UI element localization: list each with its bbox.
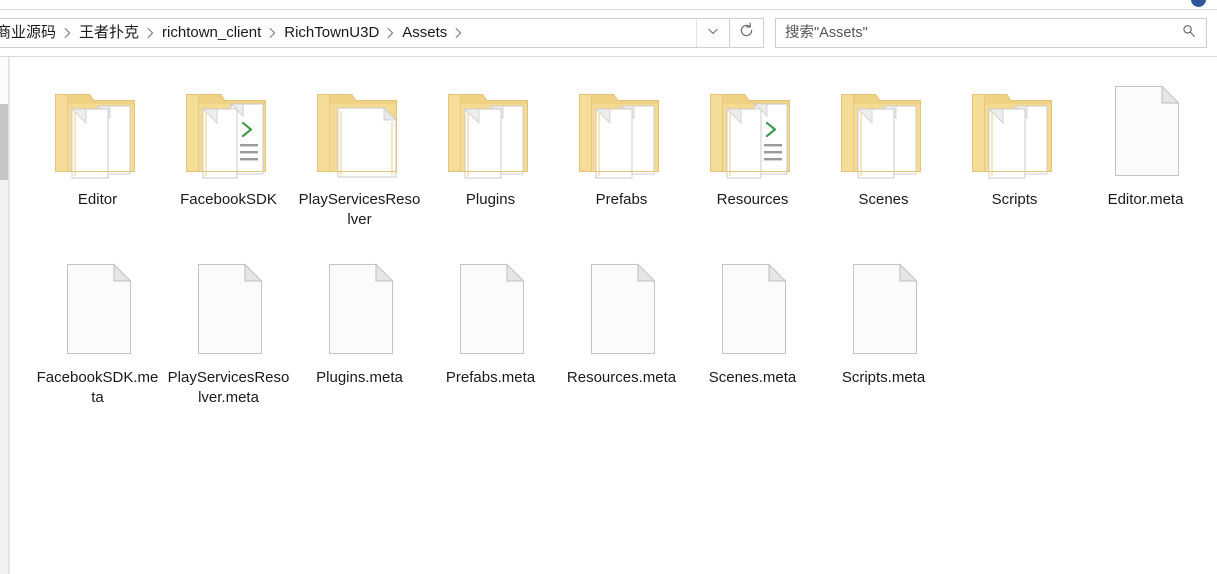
item-label: Resources xyxy=(716,191,789,208)
folder-glyph xyxy=(54,94,135,179)
item-label: FacebookSDK xyxy=(180,191,277,208)
search-button[interactable] xyxy=(1172,19,1206,47)
breadcrumb-item[interactable]: RichTownU3D xyxy=(282,19,381,47)
item-label: Resources.meta xyxy=(566,369,677,386)
file-glyph xyxy=(197,263,263,354)
search-box[interactable] xyxy=(775,18,1207,48)
folder-item[interactable]: Scripts xyxy=(949,70,1080,230)
item-label: Scenes.meta xyxy=(708,369,797,386)
file-glyph xyxy=(66,263,132,354)
item-label: Scripts.meta xyxy=(841,369,926,386)
folder-icon xyxy=(42,74,154,186)
file-item[interactable]: Scenes.meta xyxy=(687,248,818,408)
folder-code-icon xyxy=(697,74,809,186)
file-blank-icon xyxy=(42,252,154,364)
folder-code-icon xyxy=(173,74,285,186)
folder-icon xyxy=(828,74,940,186)
folder-glyph xyxy=(971,94,1052,179)
address-history-dropdown-button[interactable] xyxy=(696,19,729,47)
chevron-down-icon xyxy=(706,24,720,43)
file-item[interactable]: PlayServicesResolver.meta xyxy=(163,248,294,408)
file-glyph xyxy=(852,263,918,354)
file-blank-icon xyxy=(304,252,416,364)
folder-glyph xyxy=(447,94,528,179)
breadcrumb: 商业源码 王者扑克 richtown_client RichTownU3D Assets xyxy=(0,19,696,47)
file-explorer-window: 商业源码 王者扑克 richtown_client RichTownU3D Assets xyxy=(0,0,1217,574)
item-label: Scenes xyxy=(858,191,909,208)
refresh-button[interactable] xyxy=(730,18,764,48)
address-bar[interactable]: 商业源码 王者扑克 richtown_client RichTownU3D Assets xyxy=(0,18,730,48)
folder-glyph xyxy=(709,94,790,179)
file-item[interactable]: Plugins.meta xyxy=(294,248,425,408)
file-glyph xyxy=(459,263,525,354)
file-item[interactable]: Resources.meta xyxy=(556,248,687,408)
folder-glyph xyxy=(840,94,921,179)
item-label: FacebookSDK.meta xyxy=(36,369,159,406)
search-icon xyxy=(1181,23,1197,44)
folder-item[interactable]: FacebookSDK xyxy=(163,70,294,230)
folder-document-icon xyxy=(304,74,416,186)
breadcrumb-item[interactable]: richtown_client xyxy=(160,19,263,47)
navigation-pane-scrollbar[interactable] xyxy=(0,57,9,574)
file-blank-icon xyxy=(1090,74,1202,186)
breadcrumb-item[interactable]: 王者扑克 xyxy=(77,19,141,47)
account-badge-icon xyxy=(1191,0,1206,7)
chevron-right-icon[interactable] xyxy=(263,26,282,40)
scrollbar-track-top xyxy=(0,57,8,104)
folder-icon xyxy=(566,74,678,186)
file-glyph xyxy=(1114,85,1180,176)
folder-item[interactable]: Plugins xyxy=(425,70,556,230)
folder-item[interactable]: Prefabs xyxy=(556,70,687,230)
folder-item[interactable]: Editor xyxy=(32,70,163,230)
item-label: Plugins.meta xyxy=(316,369,403,386)
chevron-right-icon[interactable] xyxy=(141,26,160,40)
item-label: PlayServicesResolver xyxy=(298,191,421,228)
file-blank-icon xyxy=(435,252,547,364)
item-label: Scripts xyxy=(991,191,1038,208)
folder-glyph xyxy=(578,94,659,179)
file-item[interactable]: FacebookSDK.meta xyxy=(32,248,163,408)
file-item[interactable]: Scripts.meta xyxy=(818,248,949,408)
file-item[interactable]: Prefabs.meta xyxy=(425,248,556,408)
scrollbar-thumb[interactable] xyxy=(0,104,8,180)
file-list-view: Editor FacebookSDK PlayServicesResolver … xyxy=(10,57,1217,574)
toolbar-top-divider xyxy=(0,9,1217,10)
icon-grid: Editor FacebookSDK PlayServicesResolver … xyxy=(32,70,1212,426)
file-blank-icon xyxy=(566,252,678,364)
address-toolbar: 商业源码 王者扑克 richtown_client RichTownU3D Assets xyxy=(0,9,1217,57)
folder-icon xyxy=(959,74,1071,186)
file-glyph xyxy=(721,263,787,354)
refresh-icon xyxy=(738,22,755,44)
file-blank-icon xyxy=(173,252,285,364)
item-label: Editor xyxy=(77,191,118,208)
item-label: Plugins xyxy=(465,191,516,208)
file-blank-icon xyxy=(697,252,809,364)
file-item[interactable]: Editor.meta xyxy=(1080,70,1211,230)
folder-item[interactable]: PlayServicesResolver xyxy=(294,70,425,230)
chevron-right-icon[interactable] xyxy=(58,26,77,40)
folder-glyph xyxy=(185,94,266,179)
item-label: Editor.meta xyxy=(1107,191,1184,208)
chevron-right-icon[interactable] xyxy=(449,26,468,40)
folder-icon xyxy=(435,74,547,186)
file-glyph xyxy=(328,263,394,354)
folder-item[interactable]: Scenes xyxy=(818,70,949,230)
item-label: Prefabs.meta xyxy=(445,369,536,386)
chevron-right-icon[interactable] xyxy=(381,26,400,40)
search-input[interactable] xyxy=(776,20,1172,46)
folder-glyph xyxy=(316,94,397,178)
breadcrumb-item[interactable]: Assets xyxy=(400,19,449,47)
item-label: Prefabs xyxy=(595,191,648,208)
file-blank-icon xyxy=(828,252,940,364)
file-glyph xyxy=(590,263,656,354)
folder-item[interactable]: Resources xyxy=(687,70,818,230)
breadcrumb-item[interactable]: 商业源码 xyxy=(0,19,58,47)
item-label: PlayServicesResolver.meta xyxy=(167,369,290,406)
